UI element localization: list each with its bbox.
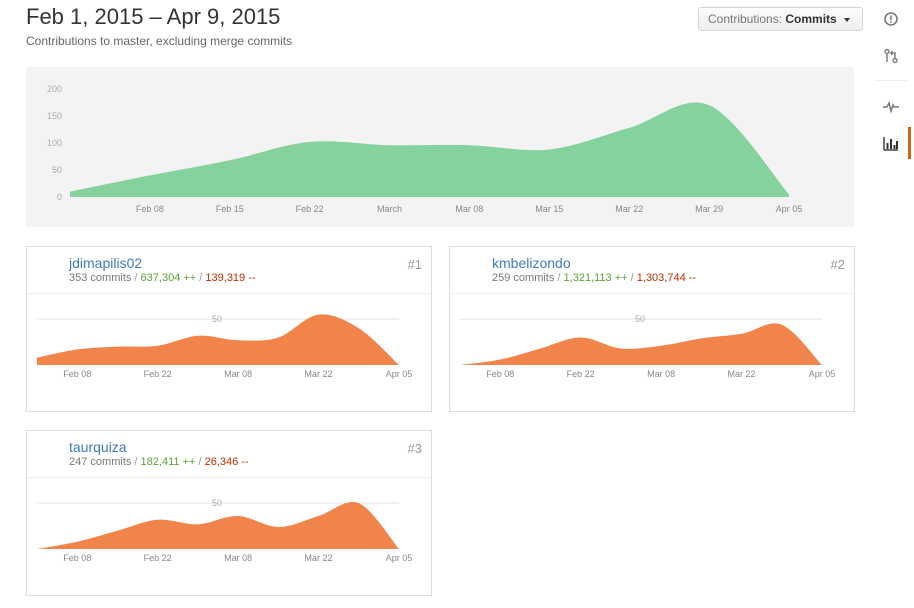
main-chart-svg: 0 50 100 150 200 Feb 08 Feb 15 Feb 22 March Mar 0… — [47, 84, 803, 214]
y-tick-label: 100 — [47, 138, 62, 148]
contributor-card: taurquiza 247 commits / 182,411 ++ / 26,… — [26, 430, 432, 596]
x-tick-label: Feb 15 — [216, 204, 244, 214]
x-tick-label: Mar 29 — [695, 204, 723, 214]
x-tick-label: Feb 08 — [63, 369, 91, 379]
x-tick-label: Mar 08 — [224, 369, 252, 379]
commit-count[interactable]: 259 commits — [492, 272, 554, 284]
y-tick-label: 50 — [212, 314, 222, 324]
contributor-chart: 50 Feb 08 Feb 22 Mar 08 Mar 22 Apr 05 — [37, 498, 413, 563]
contributor-rank: #2 — [830, 257, 845, 272]
separator: / — [134, 456, 138, 468]
x-tick-label: Apr 05 — [386, 553, 413, 563]
nav-divider — [874, 80, 908, 81]
contributions-dropdown-button[interactable]: Contributions: Commits — [698, 7, 863, 31]
x-tick-label: Feb 08 — [136, 204, 164, 214]
separator: / — [557, 272, 561, 284]
page-title: Feb 1, 2015 – Apr 9, 2015 — [26, 4, 281, 29]
contributor-rank: #1 — [407, 257, 422, 272]
contributor-stats: 353 commits / 637,304 ++ / 139,319 -- — [69, 272, 256, 284]
avatar[interactable] — [36, 257, 64, 285]
contributions-label: Contributions: — [708, 12, 783, 26]
x-tick-label: Feb 22 — [144, 369, 172, 379]
y-tick-label: 200 — [47, 84, 62, 94]
page-subtitle: Contributions to master, excluding merge… — [26, 34, 293, 48]
chevron-down-icon — [844, 17, 851, 22]
repo-side-nav — [874, 0, 914, 180]
x-tick-label: Mar 22 — [728, 369, 756, 379]
separator: / — [199, 272, 203, 284]
main-contributions-chart: 0 50 100 150 200 Feb 08 Feb 15 Feb 22 March Mar 0… — [26, 67, 854, 227]
deletions-count: 26,346 -- — [204, 456, 249, 468]
avatar[interactable] — [459, 257, 487, 285]
x-tick-label: Mar 22 — [305, 553, 333, 563]
x-tick-label: Mar 08 — [455, 204, 483, 214]
y-tick-label: 50 — [212, 498, 222, 508]
x-tick-label: Feb 22 — [144, 553, 172, 563]
contributor-card: kmbelizondo 259 commits / 1,321,113 ++ /… — [449, 246, 855, 412]
x-tick-label: Feb 08 — [486, 369, 514, 379]
y-tick-label: 0 — [57, 192, 62, 202]
deletions-count: 1,303,744 -- — [636, 272, 697, 284]
separator: / — [630, 272, 634, 284]
separator: / — [198, 456, 202, 468]
contributor-login[interactable]: kmbelizondo — [492, 255, 571, 271]
nav-pull-requests[interactable] — [874, 40, 908, 72]
contributor-card-header: taurquiza 247 commits / 182,411 ++ / 26,… — [27, 431, 431, 478]
nav-graphs[interactable] — [874, 127, 911, 159]
nav-issues[interactable] — [874, 3, 908, 35]
commit-count[interactable]: 353 commits — [69, 272, 131, 284]
separator: / — [134, 272, 138, 284]
additions-count: 637,304 ++ — [140, 272, 197, 284]
x-tick-label: Apr 05 — [776, 204, 803, 214]
contributor-login[interactable]: taurquiza — [69, 439, 127, 455]
contributor-card-header: jdimapilis02 353 commits / 637,304 ++ / … — [27, 247, 431, 294]
x-tick-label: Apr 05 — [386, 369, 413, 379]
x-tick-label: Mar 22 — [615, 204, 643, 214]
contributor-card: jdimapilis02 353 commits / 637,304 ++ / … — [26, 246, 432, 412]
pulse-icon — [883, 100, 899, 114]
nav-pulse[interactable] — [874, 90, 908, 122]
graph-icon — [883, 137, 898, 151]
git-pull-request-icon — [884, 48, 898, 64]
contributor-login[interactable]: jdimapilis02 — [69, 255, 142, 271]
area-series — [37, 501, 399, 549]
y-tick-label: 150 — [47, 111, 62, 121]
contributor-stats: 259 commits / 1,321,113 ++ / 1,303,744 -… — [492, 272, 696, 284]
y-tick-label: 50 — [52, 165, 62, 175]
x-tick-label: Mar 08 — [224, 553, 252, 563]
x-tick-label: Mar 22 — [305, 369, 333, 379]
x-tick-label: March — [377, 204, 402, 214]
area-series — [460, 323, 822, 365]
x-tick-label: Mar 15 — [535, 204, 563, 214]
contributor-chart: 50 Feb 08 Feb 22 Mar 08 Mar 22 Apr 05 — [460, 314, 836, 379]
deletions-count: 139,319 -- — [205, 272, 256, 284]
issue-opened-icon — [884, 12, 898, 26]
commit-count[interactable]: 247 commits — [69, 456, 131, 468]
contributor-chart: 50 Feb 08 Feb 22 Mar 08 Mar 22 Apr 05 — [37, 314, 413, 379]
additions-count: 1,321,113 ++ — [563, 272, 628, 284]
contributor-stats: 247 commits / 182,411 ++ / 26,346 -- — [69, 456, 249, 468]
contributor-card-header: kmbelizondo 259 commits / 1,321,113 ++ /… — [450, 247, 854, 294]
x-tick-label: Feb 22 — [296, 204, 324, 214]
x-tick-label: Mar 08 — [647, 369, 675, 379]
x-tick-label: Apr 05 — [809, 369, 836, 379]
area-series — [70, 102, 789, 197]
y-tick-label: 50 — [635, 314, 645, 324]
contributor-rank: #3 — [407, 441, 422, 456]
x-tick-label: Feb 08 — [63, 553, 91, 563]
additions-count: 182,411 ++ — [140, 456, 196, 468]
avatar[interactable] — [36, 441, 64, 469]
x-tick-label: Feb 22 — [567, 369, 595, 379]
contributions-value: Commits — [785, 12, 837, 26]
